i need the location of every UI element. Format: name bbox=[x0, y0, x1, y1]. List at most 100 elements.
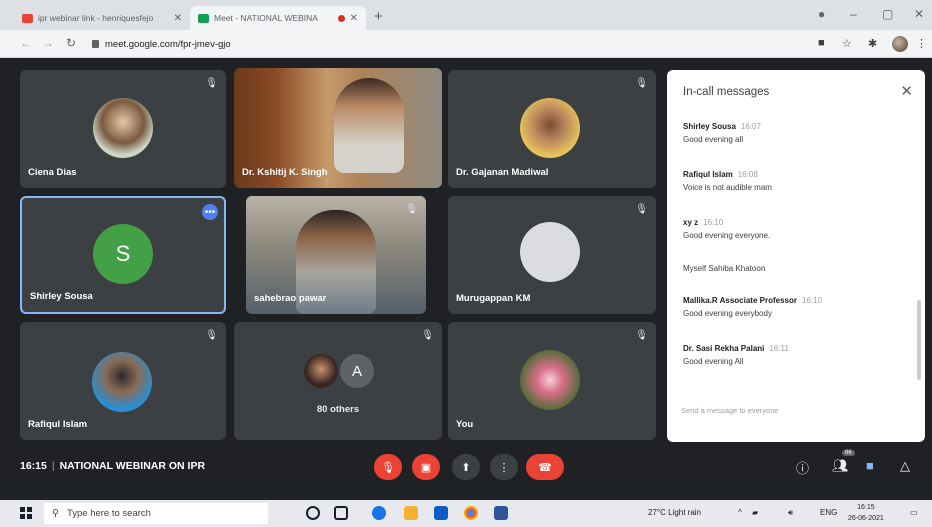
chat-title: In-call messages bbox=[683, 86, 770, 98]
participant-avatar bbox=[92, 352, 152, 412]
message-sender: Mallika.R Associate Professor bbox=[683, 296, 797, 305]
taskbar: ⚲ Type here to search 27°C Light rain ^ … bbox=[0, 500, 932, 527]
chat-icon[interactable]: ■ bbox=[866, 458, 874, 473]
tab-webinar-link[interactable]: ipr webinar link - henriquesfejo ✕ bbox=[14, 6, 190, 30]
participant-tile[interactable]: 🎙︎ Murugappan KM bbox=[448, 196, 656, 314]
reload-icon[interactable]: ↻ bbox=[66, 36, 76, 50]
window-close-icon[interactable]: ✕ bbox=[914, 7, 924, 21]
activities-icon[interactable]: △ bbox=[900, 458, 910, 474]
weather-widget[interactable]: 27°C Light rain bbox=[648, 508, 701, 517]
new-tab-icon[interactable]: + bbox=[374, 8, 383, 25]
chat-message: Dr. Sasi Rekha Palani 16:11 Good evening … bbox=[683, 344, 909, 366]
back-icon[interactable]: ← bbox=[20, 36, 32, 50]
notifications-icon[interactable]: ▭ bbox=[910, 508, 918, 517]
chrome-icon[interactable] bbox=[464, 506, 478, 520]
message-sender: Rafiqul Islam bbox=[683, 170, 733, 179]
participant-tile[interactable]: 🎙︎ Ciena Dias bbox=[20, 70, 226, 188]
participant-name: Shirley Sousa bbox=[30, 291, 93, 302]
taskbar-clock[interactable]: 16:15 26-06-2021 bbox=[848, 502, 884, 524]
info-icon[interactable]: ⓘ bbox=[796, 458, 809, 477]
message-time: 16:11 bbox=[769, 344, 789, 353]
tray-chevron-icon[interactable]: ^ bbox=[738, 508, 742, 517]
participant-avatar: A bbox=[340, 354, 374, 388]
meeting-time: 16:15 bbox=[20, 460, 47, 472]
people-icon[interactable]: 👥︎ bbox=[832, 458, 849, 474]
participants-badge: 86 bbox=[842, 450, 855, 456]
mic-off-icon: 🎙︎ bbox=[635, 204, 648, 215]
message-text: Good evening everybody bbox=[683, 309, 772, 318]
cortana-icon[interactable] bbox=[306, 506, 320, 520]
menu-icon[interactable]: ⋮ bbox=[916, 37, 927, 50]
close-icon[interactable]: ✕ bbox=[900, 82, 913, 100]
extensions-icon[interactable]: ✱ bbox=[868, 37, 877, 50]
camera-toggle-button[interactable]: ▣ bbox=[412, 454, 440, 480]
participant-tile-active[interactable]: S ••• Shirley Sousa bbox=[20, 196, 226, 314]
present-button[interactable]: ⬆ bbox=[452, 454, 480, 480]
participant-avatar bbox=[520, 350, 580, 410]
participant-avatar bbox=[93, 98, 153, 158]
participant-avatar bbox=[520, 98, 580, 158]
message-time: 16:08 bbox=[737, 170, 758, 179]
more-options-button[interactable]: ⋮ bbox=[490, 454, 518, 480]
minimize-icon[interactable]: – bbox=[850, 7, 857, 21]
participant-avatar bbox=[304, 354, 338, 388]
language-indicator[interactable]: ENG bbox=[820, 508, 837, 517]
participant-name: Rafiqul Islam bbox=[28, 419, 88, 430]
chat-message-input[interactable]: Send a message to everyone bbox=[681, 406, 909, 415]
chat-message: Mallika.R Associate Professor 16:10 Good … bbox=[683, 296, 909, 318]
leave-call-button[interactable]: ☎ bbox=[526, 454, 564, 480]
gmail-icon bbox=[22, 13, 33, 23]
mic-off-icon: 🎙︎ bbox=[205, 330, 218, 341]
participant-name: Dr. Gajanan Madiwal bbox=[456, 167, 549, 178]
meeting-title: NATIONAL WEBINAR ON IPR bbox=[59, 460, 206, 472]
chat-message: Myself Sahiba Khatoon bbox=[683, 260, 909, 273]
mic-toggle-button[interactable]: 🎙︎ bbox=[374, 454, 402, 480]
word-icon[interactable] bbox=[494, 506, 508, 520]
mail-icon[interactable] bbox=[434, 506, 448, 520]
network-icon[interactable]: ▰ bbox=[752, 508, 758, 517]
participant-tile-group[interactable]: A 🎙︎ 80 others bbox=[234, 322, 442, 440]
participant-tile[interactable]: 🎙︎ Dr. Gajanan Madiwal bbox=[448, 70, 656, 188]
url-field[interactable]: meet.google.com/fpr-jmev-gjo bbox=[92, 34, 792, 54]
participant-video bbox=[334, 78, 404, 173]
mic-off-icon: 🎙︎ bbox=[635, 78, 648, 89]
meet-icon bbox=[198, 13, 209, 23]
chat-message: Shirley Sousa 16:07 Good evening all bbox=[683, 122, 909, 144]
close-icon[interactable]: ✕ bbox=[350, 13, 358, 24]
participant-tile[interactable]: 🎙︎ Rafiqul Islam bbox=[20, 322, 226, 440]
separator: | bbox=[51, 460, 55, 472]
participant-avatar: S bbox=[93, 224, 153, 284]
file-explorer-icon[interactable] bbox=[404, 506, 418, 520]
message-sender: Shirley Sousa bbox=[683, 122, 736, 131]
profile-icon[interactable]: ● bbox=[818, 7, 825, 21]
lock-icon bbox=[92, 40, 99, 48]
clock-time: 16:15 bbox=[857, 504, 875, 511]
tab-meet[interactable]: Meet - NATIONAL WEBINA ✕ bbox=[190, 6, 366, 30]
forward-icon[interactable]: → bbox=[42, 36, 54, 50]
participant-tile[interactable]: 🎙︎ sahebrao pawar bbox=[246, 196, 426, 314]
star-icon[interactable]: ☆ bbox=[842, 37, 852, 50]
weather-text: 27°C Light rain bbox=[648, 508, 702, 517]
meet-stage: 🎙︎ Ciena Dias Dr. Kshitij K. Singh 🎙︎ Dr… bbox=[0, 58, 932, 488]
volume-icon[interactable]: 🔊︎ bbox=[788, 508, 793, 518]
camera-icon[interactable]: ■ bbox=[818, 37, 825, 49]
message-time: 16:07 bbox=[740, 122, 761, 131]
participant-tile[interactable]: Dr. Kshitij K. Singh bbox=[234, 68, 442, 188]
edge-icon[interactable] bbox=[372, 506, 386, 520]
chat-panel: In-call messages ✕ Shirley Sousa 16:07 Go… bbox=[667, 70, 925, 442]
message-text: Myself Sahiba Khatoon bbox=[683, 264, 766, 273]
chat-message: xy z 16:10 Good evening everyone. bbox=[683, 218, 909, 240]
more-options-icon[interactable]: ••• bbox=[202, 204, 218, 220]
maximize-icon[interactable]: ▢ bbox=[882, 7, 893, 21]
clock-date: 26-06-2021 bbox=[848, 515, 884, 522]
participant-name: Dr. Kshitij K. Singh bbox=[242, 167, 328, 178]
participant-tile-self[interactable]: 🎙︎ You bbox=[448, 322, 656, 440]
chat-scrollbar[interactable] bbox=[917, 300, 921, 380]
close-icon[interactable]: ✕ bbox=[174, 13, 182, 24]
avatar-letter: A bbox=[351, 362, 362, 380]
profile-avatar[interactable] bbox=[892, 36, 908, 52]
windows-start-icon[interactable] bbox=[20, 507, 32, 519]
participant-avatar bbox=[520, 222, 580, 282]
taskbar-search[interactable]: ⚲ Type here to search bbox=[44, 503, 268, 524]
task-view-icon[interactable] bbox=[334, 506, 348, 520]
